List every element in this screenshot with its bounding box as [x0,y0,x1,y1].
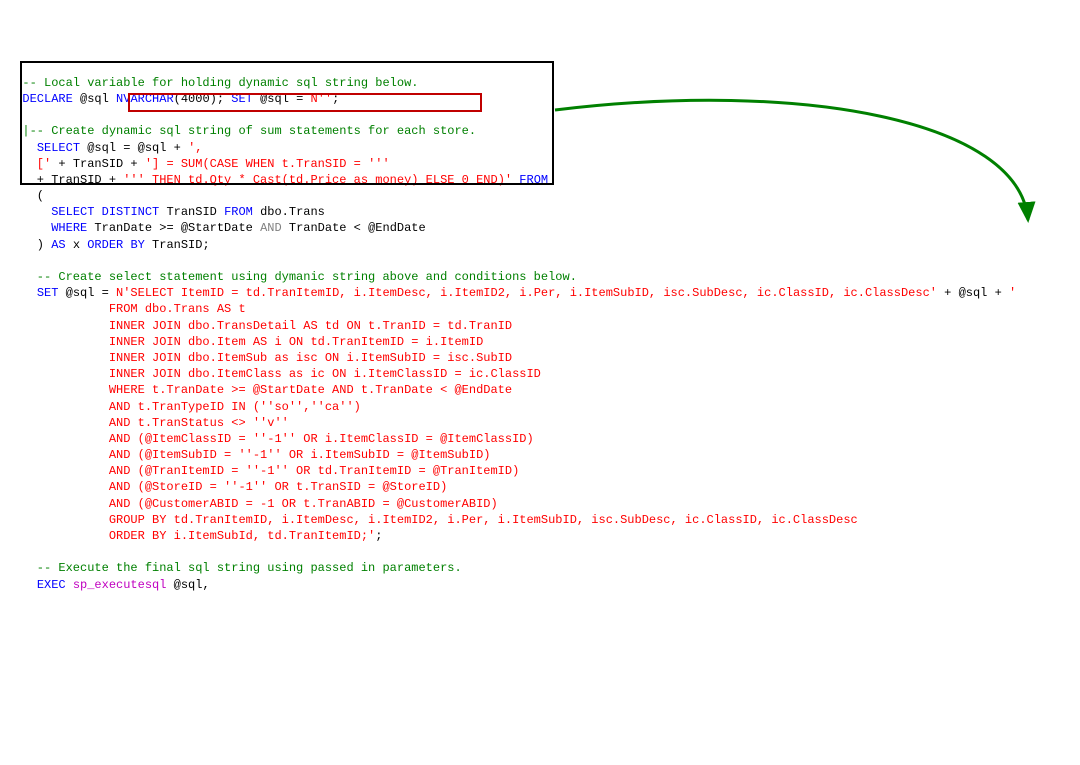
comment-line: -- Execute the final sql string using pa… [8,561,462,575]
text: + TranSID + [8,173,123,187]
kw-from: FROM [224,205,253,219]
str: '] = SUM(CASE WHEN t.TranSID = ''' [145,157,390,171]
highlighted-fragment: THEN td.Qty * Cast(td.Price as money) EL… [152,173,512,187]
kw-select: SELECT [51,205,94,219]
str-line: INNER JOIN dbo.TransDetail AS td ON t.Tr… [8,319,512,333]
str-line: INNER JOIN dbo.ItemSub as isc ON i.ItemS… [8,351,512,365]
code-block: -- Local variable for holding dynamic sq… [8,75,1072,593]
comment-line: -- Create select statement using dymanic… [8,270,577,284]
str-line: AND (@StoreID = ''-1'' OR t.TranSID = @S… [8,480,447,494]
str-line: GROUP BY td.TranItemID, i.ItemDesc, i.It… [8,513,858,527]
kw-set: SET [231,92,253,106]
text: + @sql + [937,286,1009,300]
text: x [66,238,88,252]
kw-as: AS [51,238,65,252]
kw-from: FROM [512,173,548,187]
text: @sql = @sql + [80,141,188,155]
text: TranSID [159,205,224,219]
var-sql: @sql [73,92,116,106]
type-nvarchar: NVARCHAR [116,92,174,106]
text: @sql = [253,92,311,106]
str-line: WHERE t.TranDate >= @StartDate AND t.Tra… [8,383,512,397]
str-line: AND (@CustomerABID = -1 OR t.TranABID = … [8,497,498,511]
kw-select: SELECT [37,141,80,155]
str-line: INNER JOIN dbo.Item AS i ON td.TranItemI… [8,335,483,349]
paren: ( [174,92,181,106]
semi: ; [375,529,382,543]
str-select: N'SELECT ItemID = td.TranItemID, i.ItemD… [116,286,937,300]
kw-and: AND [260,221,282,235]
kw-set: SET [37,286,59,300]
text: TranSID; [145,238,210,252]
paren: ) [8,238,51,252]
kw-exec: EXEC [37,578,66,592]
str: [' [8,157,51,171]
text: + TranSID + [51,157,145,171]
str-line: AND (@ItemSubID = ''-1'' OR i.ItemSubID … [8,448,490,462]
str: ', [188,141,202,155]
text: dbo.Trans [253,205,325,219]
comment-line: |-- Create dynamic sql string of sum sta… [8,124,476,138]
comment-line: -- Local variable for holding dynamic sq… [8,76,418,90]
func-sp-executesql: sp_executesql [66,578,167,592]
str-empty: N'' [311,92,333,106]
kw-distinct: DISTINCT [94,205,159,219]
num-4000: 4000 [181,92,210,106]
str-line: AND t.TranStatus <> ''v'' [8,416,289,430]
text: @sql, [166,578,209,592]
str-line: FROM dbo.Trans AS t [8,302,246,316]
text: ); [210,92,232,106]
str: ' [1009,286,1016,300]
kw-orderby: ORDER BY [87,238,145,252]
str-line: ORDER BY i.ItemSubId, td.TranItemID;' [8,529,375,543]
text: @sql = [58,286,116,300]
text: TranDate < @EndDate [282,221,426,235]
str-line: INNER JOIN dbo.ItemClass as ic ON i.Item… [8,367,541,381]
semi: ; [332,92,339,106]
kw-declare: DECLARE [22,92,72,106]
str-line: AND (@ItemClassID = ''-1'' OR i.ItemClas… [8,432,534,446]
str-line: AND t.TranTypeID IN (''so'',''ca'') [8,400,361,414]
str-line: AND (@TranItemID = ''-1'' OR td.TranItem… [8,464,519,478]
kw-where: WHERE [51,221,87,235]
str: ''' [123,173,152,187]
text: TranDate >= @StartDate [87,221,260,235]
paren: ( [8,189,44,203]
